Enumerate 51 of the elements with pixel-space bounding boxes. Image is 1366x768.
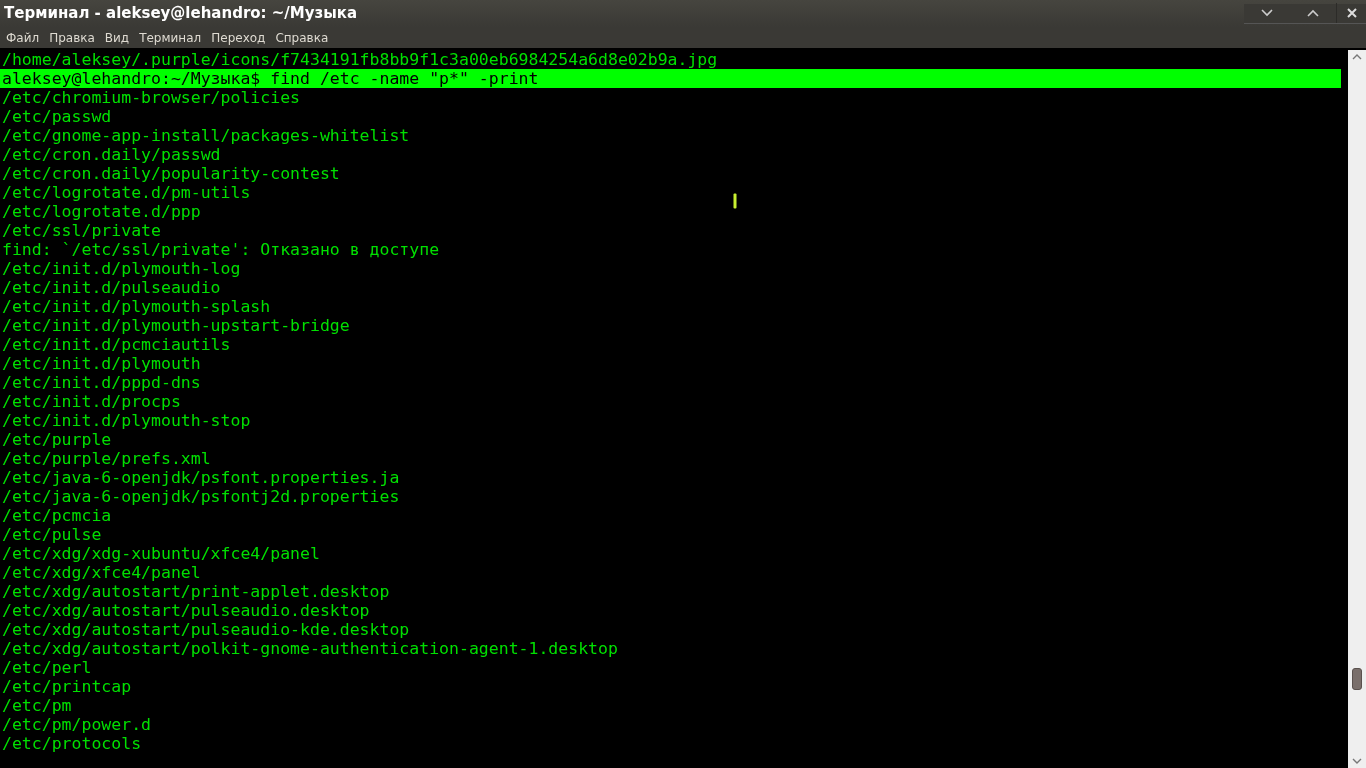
terminal-line: /etc/xdg/autostart/pulseaudio.desktop [1,601,370,620]
terminal-line: /etc/init.d/pppd-dns [1,373,201,392]
terminal-line: /etc/xdg/autostart/polkit-gnome-authentication-agent-1.desktop [1,639,618,658]
terminal-line: /etc/cron.daily/popularity-contest [1,164,340,183]
terminal-line: /etc/perl [1,658,92,677]
close-icon [1346,8,1357,18]
terminal-line: /etc/init.d/plymouth-log [1,259,241,278]
terminal-line: /etc/pm [1,696,72,715]
terminal-line: /etc/ssl/private [1,221,161,240]
terminal-line: /etc/cron.daily/passwd [1,145,221,164]
terminal-line: /home/aleksey/.purple/icons/f7434191fb8bb9f1c3a00eb6984254a6d8e02b9a.jpg [1,50,718,69]
terminal-line: /etc/init.d/pcmciautils [1,335,231,354]
terminal-line: /etc/pm/power.d [1,715,151,734]
terminal-line: /etc/init.d/plymouth-upstart-bridge [1,316,350,335]
terminal-line: /etc/printcap [1,677,132,696]
terminal-line: /etc/java-6-openjdk/psfont.properties.ja [1,468,400,487]
maximize-icon [1307,9,1319,17]
terminal-line: /etc/xdg/xdg-xubuntu/xfce4/panel [1,544,320,563]
terminal-line: /etc/init.d/procps [1,392,181,411]
terminal-line: /etc/init.d/plymouth-splash [1,297,271,316]
terminal-line: /etc/chromium-browser/policies [1,88,300,107]
terminal-line: /etc/purple [1,430,112,449]
terminal-line: /etc/protocols [1,734,142,753]
terminal-line: /etc/init.d/plymouth [1,354,201,373]
menu-item[interactable]: Терминал [139,28,202,47]
menu-item[interactable]: Переход [211,28,266,47]
terminal-line: /etc/xdg/autostart/pulseaudio-kde.desktop [1,620,410,639]
minimize-icon [1261,9,1273,17]
terminal-line: find: `/etc/ssl/private': Отказано в доступе [1,240,440,259]
terminal-line: /etc/logrotate.d/ppp [1,202,201,221]
scrollbar-thumb[interactable] [1352,668,1362,690]
terminal-line: /etc/passwd [1,107,112,126]
terminal-line: /etc/purple/prefs.xml [1,449,211,468]
scroll-down-icon[interactable] [1352,758,1362,764]
menu-item[interactable]: Файл [6,28,40,47]
text-cursor-icon [733,193,737,209]
terminal-line: /etc/pulse [1,525,102,544]
scroll-up-icon[interactable] [1352,54,1362,60]
terminal-line: /etc/xdg/xfce4/panel [1,563,201,582]
terminal-line: /etc/init.d/plymouth-stop [1,411,251,430]
menu-item[interactable]: Справка [275,28,329,47]
terminal-line: /etc/gnome-app-install/packages-whitelist [1,126,410,145]
terminal-line: /etc/xdg/autostart/print-applet.desktop [1,582,390,601]
menu-item[interactable]: Вид [104,28,130,47]
terminal-line: /etc/java-6-openjdk/psfontj2d.properties [1,487,400,506]
scrollbar[interactable] [1348,50,1366,768]
window-title: Терминал - aleksey@lehandro: ~/Музыка [4,3,358,25]
terminal-line: /etc/logrotate.d/pm-utils [1,183,251,202]
terminal-line: /etc/pcmcia [1,506,112,525]
terminal-line: /etc/init.d/pulseaudio [1,278,221,297]
menu-item[interactable]: Правка [49,28,95,47]
